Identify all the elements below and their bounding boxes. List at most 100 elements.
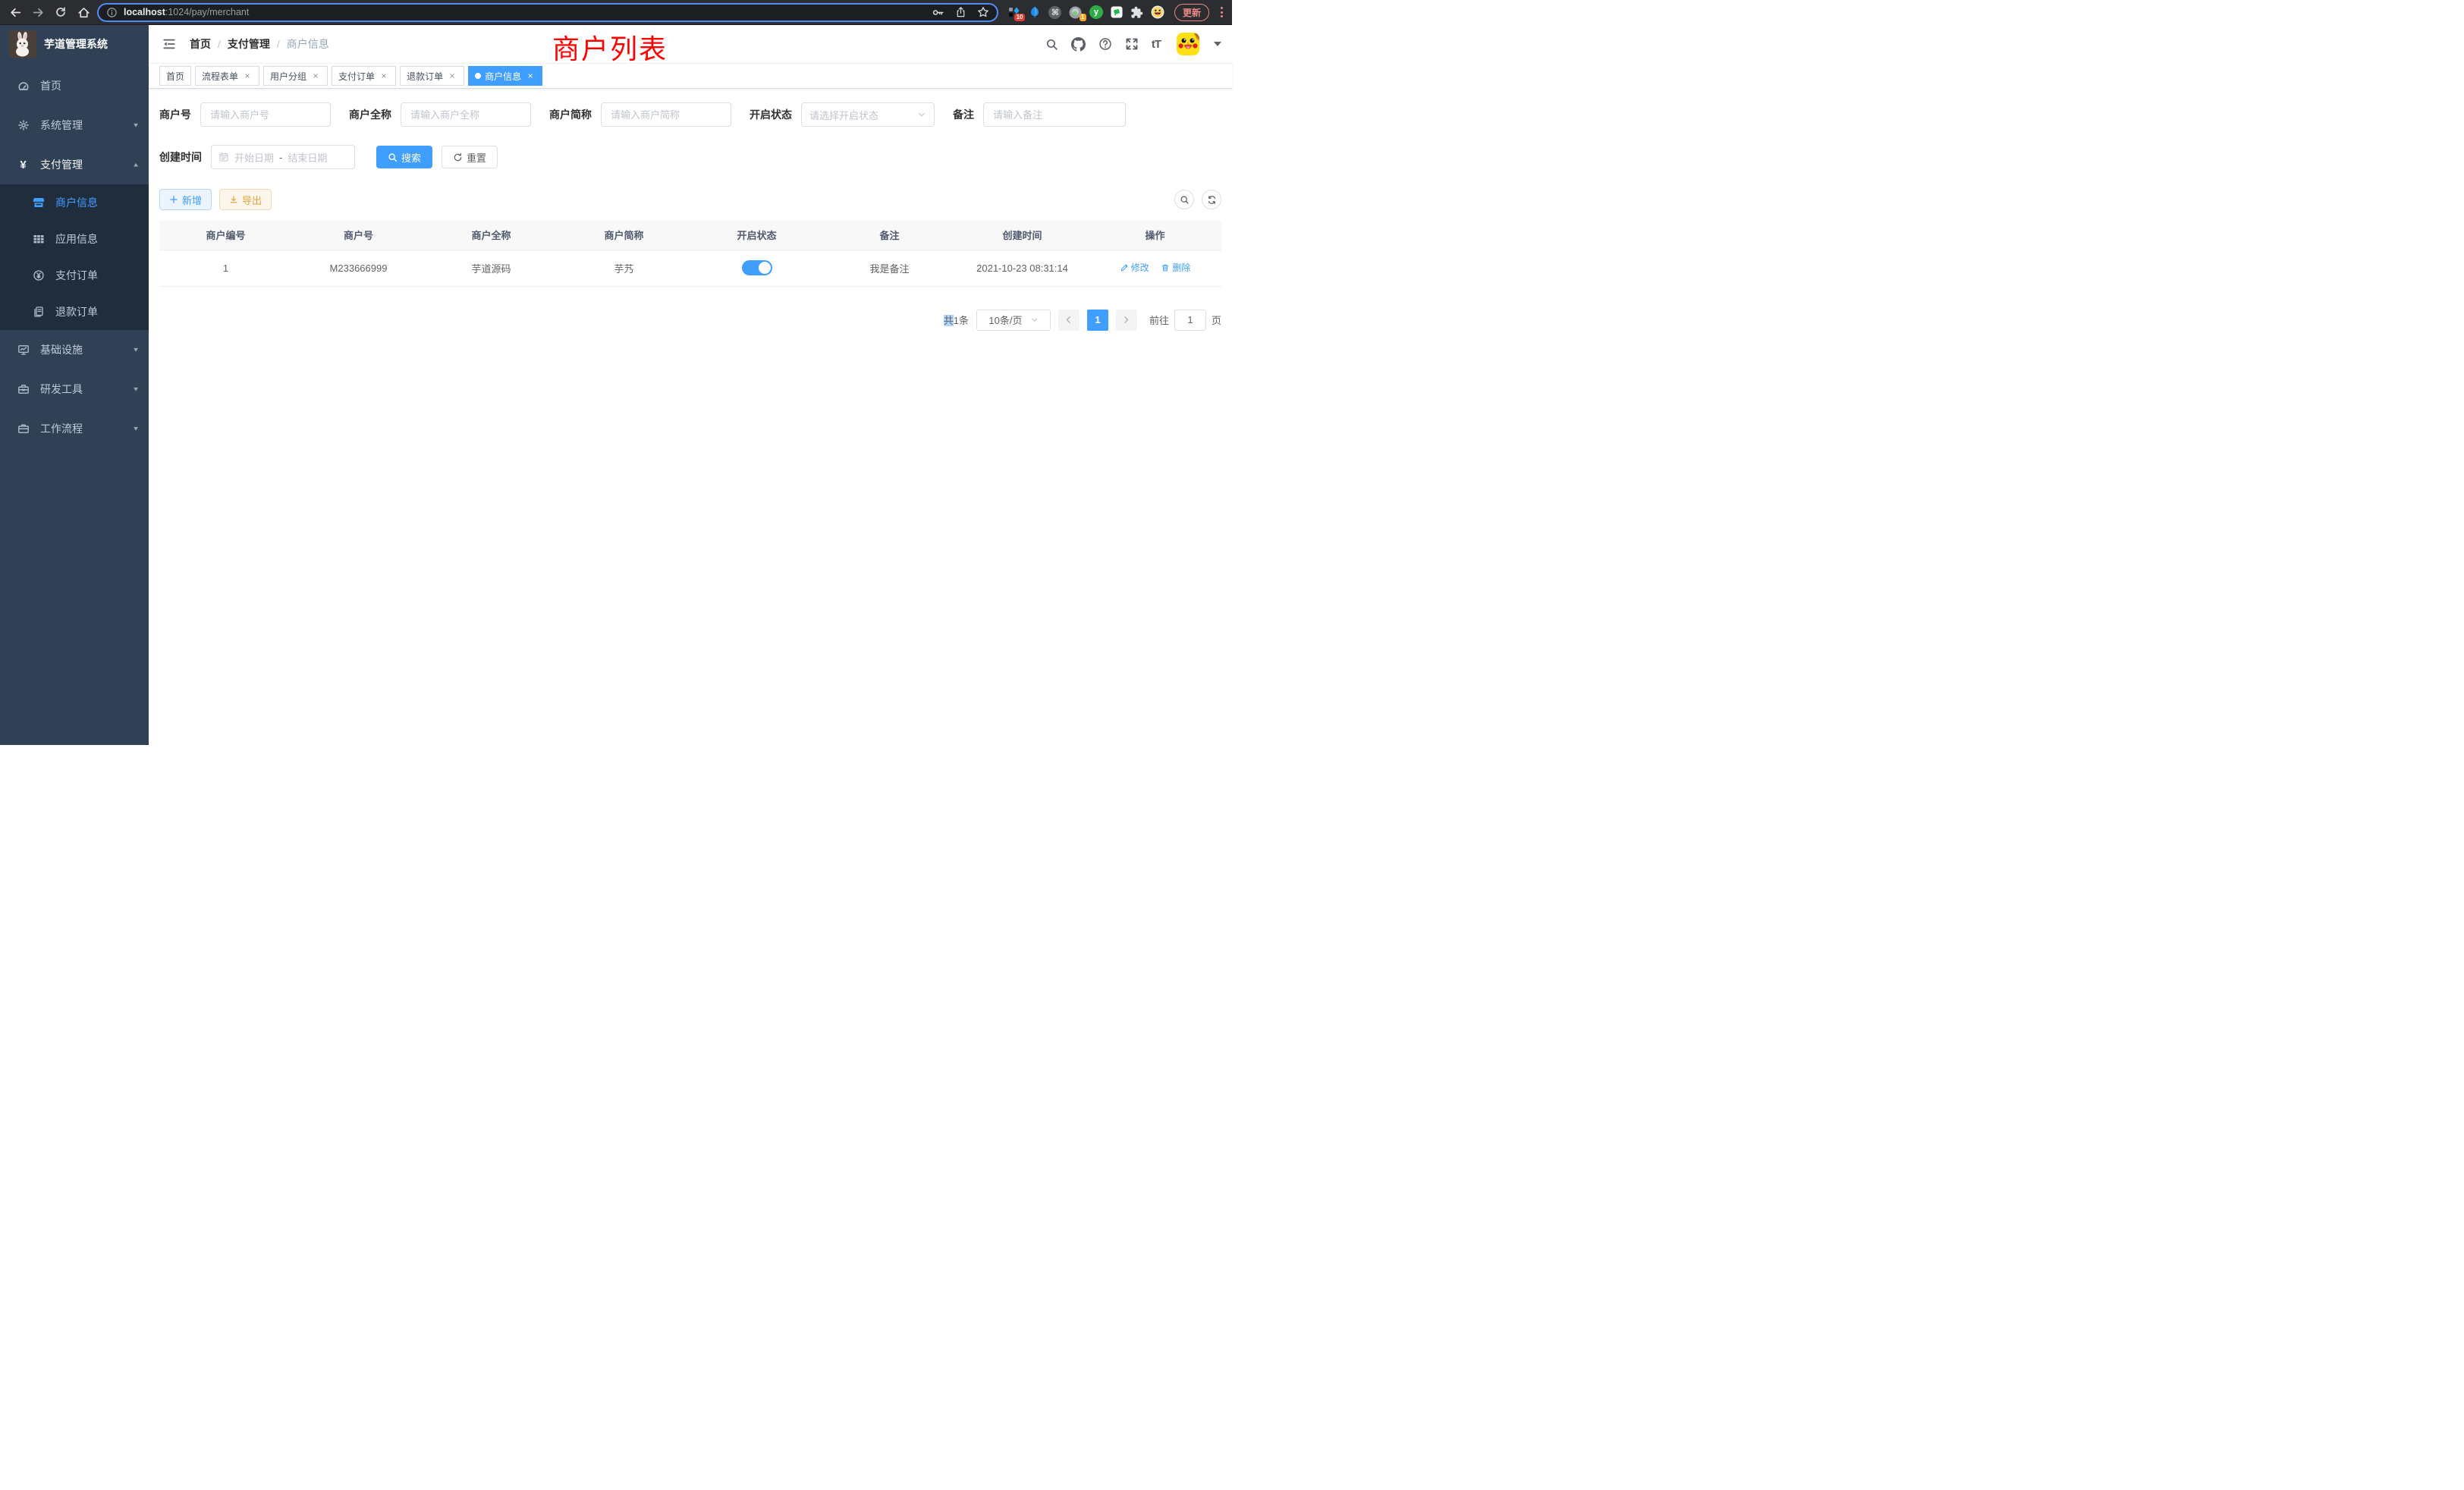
github-icon[interactable] xyxy=(1071,37,1086,52)
close-icon[interactable]: × xyxy=(525,71,536,81)
sidebar-item-refund-order[interactable]: 退款订单 xyxy=(0,294,149,330)
sidebar-logo[interactable]: 芋道管理系统 xyxy=(0,25,149,63)
sidebar-item-app-info[interactable]: 应用信息 xyxy=(0,221,149,257)
breadcrumb-home[interactable]: 首页 xyxy=(190,36,211,52)
status-toggle[interactable] xyxy=(742,260,772,275)
short-name-input[interactable] xyxy=(601,102,731,127)
pagination-total: 共1条 xyxy=(944,313,969,327)
toggle-search-button[interactable] xyxy=(1174,190,1194,209)
close-icon[interactable]: × xyxy=(242,71,253,81)
browser-forward-button[interactable] xyxy=(29,3,47,21)
status-select[interactable]: 请选择开启状态 xyxy=(801,102,935,127)
site-info-icon[interactable] xyxy=(106,7,118,18)
tab-pay-order[interactable]: 支付订单× xyxy=(332,66,396,86)
merchant-no-label: 商户号 xyxy=(159,107,191,122)
sidebar-item-home[interactable]: 首页 xyxy=(0,66,149,105)
breadcrumb: 首页 / 支付管理 / 商户信息 xyxy=(190,36,329,52)
fullscreen-icon[interactable] xyxy=(1125,37,1139,51)
avatar-dropdown-caret[interactable] xyxy=(1214,42,1221,46)
sidebar-item-dev-tools[interactable]: 研发工具 ▼ xyxy=(0,369,149,409)
date-separator: - xyxy=(279,152,282,163)
extension-command-icon[interactable]: ⌘ xyxy=(1048,5,1062,19)
browser-toolbar: localhost:1024/pay/merchant 10 ⌘ 1 xyxy=(0,0,1232,25)
search-button[interactable]: 搜索 xyxy=(376,146,432,168)
add-button[interactable]: 新增 xyxy=(159,189,212,210)
merchant-table: 商户编号 商户号 商户全称 商户简称 开启状态 备注 创建时间 操作 1 M23… xyxy=(159,221,1221,287)
col-merchant-no: 商户号 xyxy=(292,221,425,250)
address-bar[interactable]: localhost:1024/pay/merchant xyxy=(97,3,998,22)
close-icon[interactable]: × xyxy=(310,71,321,81)
browser-menu-icon[interactable] xyxy=(1218,7,1226,17)
breadcrumb-payment[interactable]: 支付管理 xyxy=(228,36,270,52)
tab-refund-order[interactable]: 退款订单× xyxy=(400,66,464,86)
full-name-label: 商户全称 xyxy=(349,107,391,122)
sidebar-item-infrastructure[interactable]: 基础设施 ▼ xyxy=(0,330,149,369)
sidebar-item-system[interactable]: 系统管理 ▼ xyxy=(0,105,149,145)
font-size-icon[interactable]: tT xyxy=(1152,38,1161,51)
sidebar: 芋道管理系统 首页 系统管理 ▼ ¥ 支付管理 ▲ xyxy=(0,25,149,745)
chevron-down-icon: ▼ xyxy=(132,426,140,432)
extension-octotree-icon[interactable]: 1 xyxy=(1069,5,1083,19)
sidebar-collapse-icon[interactable] xyxy=(159,34,179,54)
reset-button[interactable]: 重置 xyxy=(442,146,498,168)
browser-reload-button[interactable] xyxy=(52,3,70,21)
refresh-icon xyxy=(1207,195,1217,205)
tags-view: 首页 流程表单× 用户分组× 支付订单× 退款订单× 商户信息× xyxy=(149,63,1232,89)
extension-kite-icon[interactable] xyxy=(1028,5,1042,19)
browser-back-button[interactable] xyxy=(6,3,24,21)
close-icon[interactable]: × xyxy=(447,71,457,81)
page-size-select[interactable]: 10条/页 xyxy=(976,310,1051,331)
tab-merchant-info[interactable]: 商户信息× xyxy=(468,66,542,86)
col-create-time: 创建时间 xyxy=(956,221,1089,250)
share-icon[interactable] xyxy=(955,6,966,18)
toolbox-icon xyxy=(17,383,30,395)
goto-page-input[interactable] xyxy=(1174,310,1206,331)
extension-badge-one: 1 xyxy=(1080,14,1086,21)
sidebar-item-pay-order[interactable]: 支付订单 xyxy=(0,257,149,294)
create-time-range-picker[interactable]: 开始日期 - 结束日期 xyxy=(211,145,355,169)
browser-home-button[interactable] xyxy=(74,3,93,21)
calendar-icon xyxy=(218,152,229,162)
chevron-left-icon xyxy=(1064,316,1073,324)
monitor-chart-icon xyxy=(17,344,30,356)
tab-home[interactable]: 首页 xyxy=(159,66,191,86)
edit-button[interactable]: 修改 xyxy=(1120,261,1149,274)
user-avatar[interactable] xyxy=(1177,33,1199,55)
delete-button[interactable]: 删除 xyxy=(1161,261,1190,274)
next-page-button[interactable] xyxy=(1116,310,1137,331)
help-icon[interactable] xyxy=(1098,37,1112,51)
browser-profile-avatar[interactable] xyxy=(1151,5,1164,19)
tab-process-form[interactable]: 流程表单× xyxy=(195,66,259,86)
page-number-button[interactable]: 1 xyxy=(1087,310,1108,331)
tab-user-group[interactable]: 用户分组× xyxy=(263,66,328,86)
sidebar-item-workflow[interactable]: 工作流程 ▼ xyxy=(0,409,149,448)
bookmark-star-icon[interactable] xyxy=(977,6,989,18)
sidebar-item-payment[interactable]: ¥ 支付管理 ▲ xyxy=(0,145,149,184)
prev-page-button[interactable] xyxy=(1058,310,1080,331)
trash-icon xyxy=(1161,263,1170,272)
store-icon xyxy=(32,196,45,209)
col-full-name: 商户全称 xyxy=(425,221,558,250)
password-key-icon[interactable] xyxy=(932,6,944,19)
export-button[interactable]: 导出 xyxy=(219,189,272,210)
extension-blocks-icon[interactable]: 10 xyxy=(1007,5,1021,19)
pagination: 共1条 10条/页 1 前往 页 xyxy=(159,310,1221,331)
extensions-puzzle-icon[interactable] xyxy=(1130,5,1144,19)
refresh-table-button[interactable] xyxy=(1202,190,1221,209)
sidebar-item-merchant-info[interactable]: 商户信息 xyxy=(0,184,149,221)
chevron-down-icon: ▼ xyxy=(132,122,140,129)
briefcase-icon xyxy=(17,423,30,435)
chevron-down-icon xyxy=(917,110,926,119)
merchant-no-input[interactable] xyxy=(200,102,331,127)
browser-update-button[interactable]: 更新 xyxy=(1174,4,1209,21)
extension-chat-icon[interactable] xyxy=(1110,5,1124,19)
close-icon[interactable]: × xyxy=(379,71,389,81)
page-content: 商户号 商户全称 商户简称 开启状态 请选择开启状态 xyxy=(149,89,1232,745)
remark-input[interactable] xyxy=(983,102,1126,127)
plus-icon xyxy=(169,195,178,204)
header-search-icon[interactable] xyxy=(1045,38,1058,51)
extension-y-icon[interactable]: y xyxy=(1089,5,1103,19)
chevron-right-icon xyxy=(1122,316,1130,324)
home-icon xyxy=(77,6,90,19)
full-name-input[interactable] xyxy=(401,102,531,127)
